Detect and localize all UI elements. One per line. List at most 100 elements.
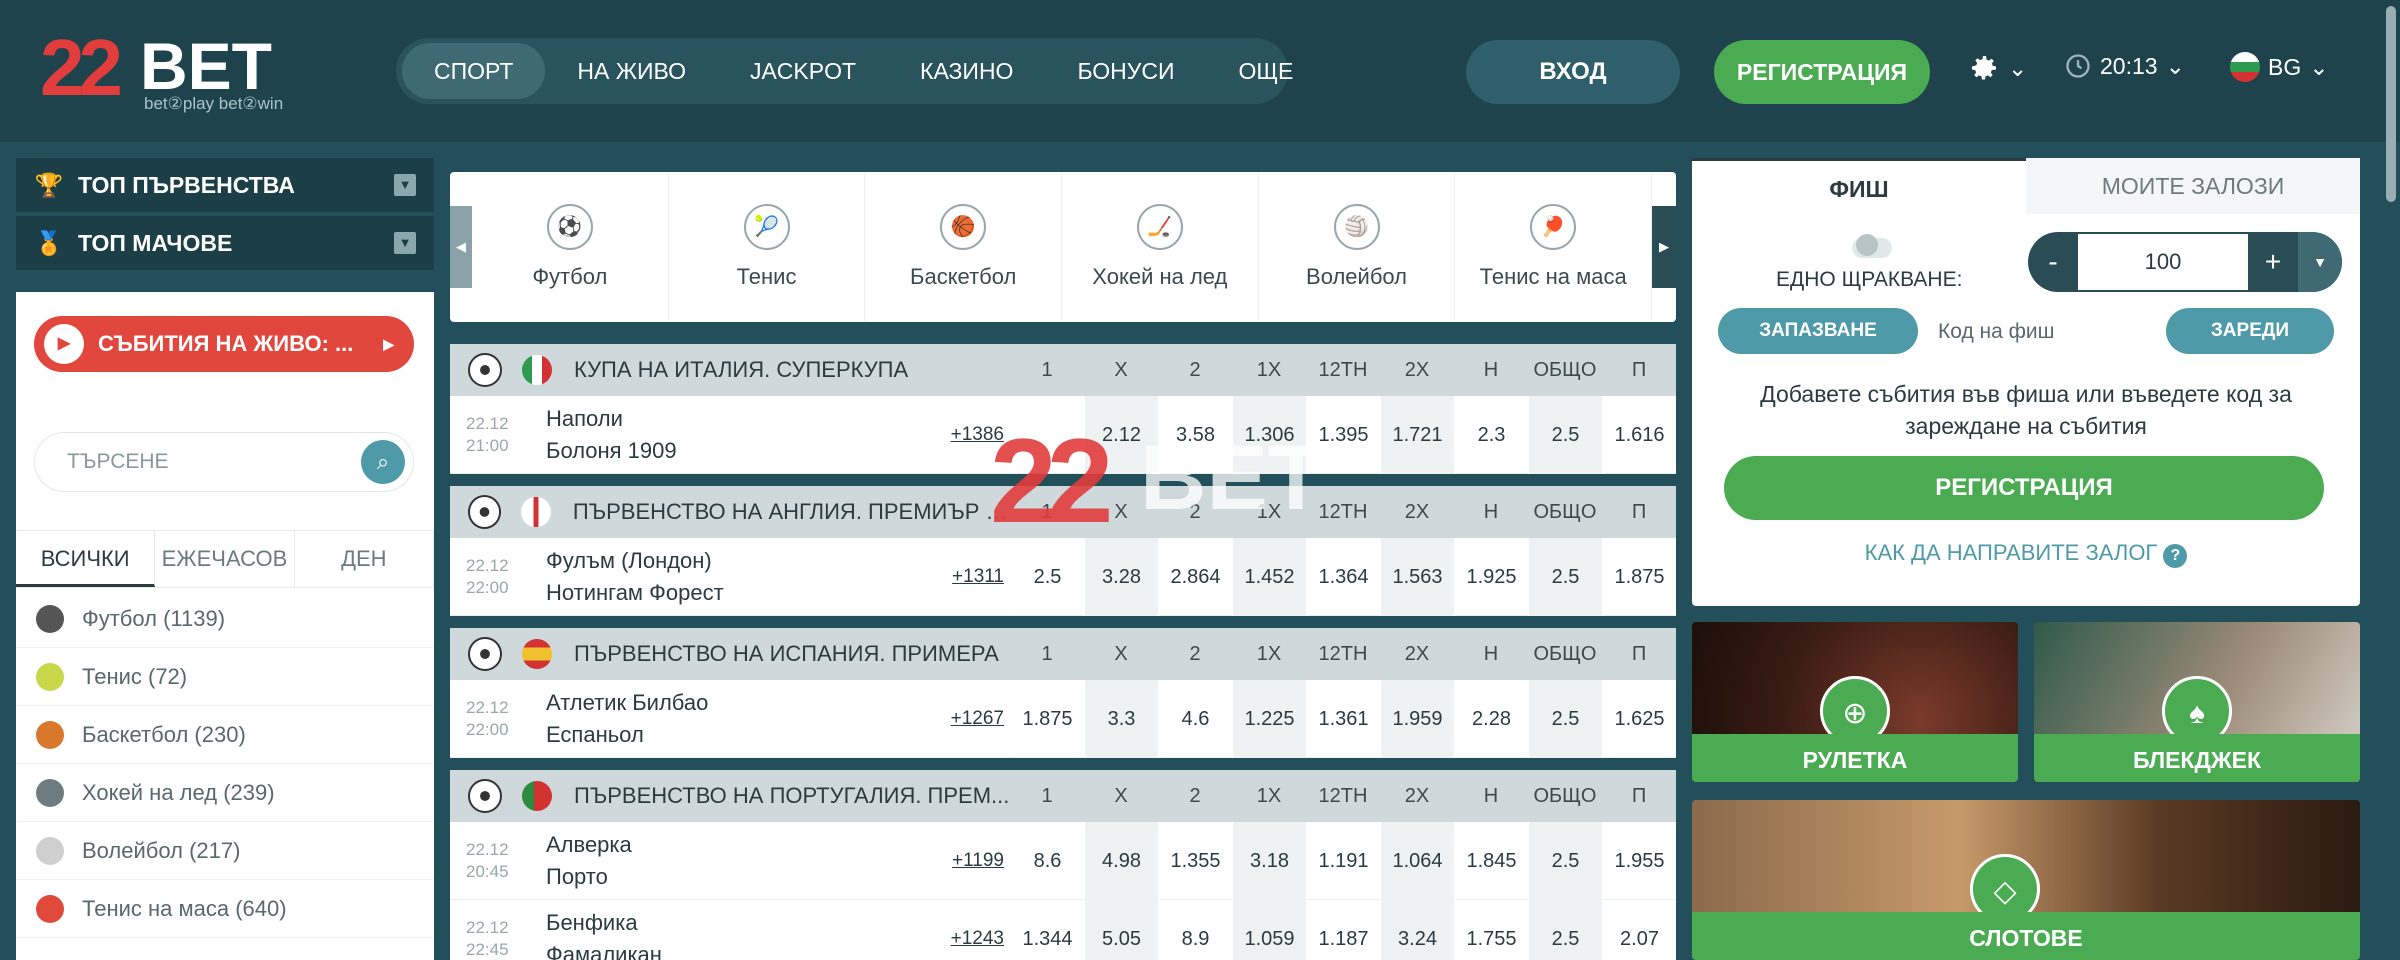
more-markets-link[interactable]: +1311 — [948, 566, 1010, 588]
toggle-knob[interactable] — [1856, 234, 1878, 256]
odd-cell[interactable]: 1.563 — [1380, 537, 1454, 616]
odd-cell[interactable]: 1.959 — [1380, 679, 1454, 758]
settings-dropdown[interactable]: ⌄ — [1968, 52, 2027, 84]
top-matches-toggle[interactable]: 🏅 ТОП МАЧОВЕ ▼ — [16, 216, 434, 270]
odd-cell[interactable]: 2.3 — [1454, 395, 1528, 474]
sport-label: Футбол (1139) — [82, 605, 226, 631]
roulette-tile[interactable]: ⊕ РУЛЕТКА — [1692, 622, 2018, 782]
odd-cell[interactable]: 4.98 — [1084, 821, 1158, 900]
odd-cell[interactable]: 1.875 — [1602, 537, 1676, 616]
carousel-next-arrow[interactable]: ▶ — [1652, 206, 1677, 288]
odd-cell[interactable]: 1.355 — [1158, 821, 1232, 900]
more-markets-link[interactable]: +1267 — [948, 708, 1010, 730]
odd-cell[interactable]: 1.225 — [1232, 679, 1306, 758]
odd-cell[interactable]: 1.616 — [1602, 395, 1676, 474]
more-markets-link[interactable]: +1199 — [948, 850, 1010, 872]
odd-cell[interactable]: 1.191 — [1306, 821, 1380, 900]
match-row[interactable]: 22.12 22:00 Атлетик Билбао Еспаньол +1267 … — [450, 679, 1676, 758]
odd-cell[interactable]: 1.625 — [1602, 679, 1676, 758]
stake-decrease-button[interactable]: - — [2028, 246, 2078, 278]
odd-cell[interactable]: 2.5 — [1528, 395, 1602, 474]
odd-cell[interactable]: 2.864 — [1158, 537, 1232, 616]
odd-cell[interactable]: 5.05 — [1084, 899, 1158, 960]
site-logo[interactable]: 22 BET bet②play bet②win — [40, 14, 340, 118]
odd-cell[interactable]: 3.24 — [1380, 899, 1454, 960]
nav-more[interactable]: ОЩЕ — [1207, 43, 1326, 99]
sport-item-ice-hockey[interactable]: Хокей на лед (239) — [16, 764, 434, 822]
slots-tile[interactable]: ◇ СЛОТОВЕ — [1692, 800, 2360, 960]
odd-cell[interactable]: 8.6 — [1010, 821, 1084, 900]
live-events-button[interactable]: ▶ СЪБИТИЯ НА ЖИВО: ... ▶ — [34, 316, 414, 372]
odd-cell[interactable]: 2.07 — [1602, 899, 1676, 960]
save-slip-button[interactable]: ЗАПАЗВАНЕ — [1718, 308, 1918, 354]
filter-all[interactable]: ВСИЧКИ — [16, 531, 156, 587]
nav-live[interactable]: НА ЖИВО — [545, 43, 718, 99]
odd-cell[interactable]: 1.187 — [1306, 899, 1380, 960]
blackjack-tile[interactable]: ♠ БЛЕКДЖЕК — [2034, 622, 2360, 782]
carousel-table-tennis[interactable]: 🏓 Тенис на маса — [1455, 172, 1653, 322]
league-name: КУПА НА ИТАЛИЯ. СУПЕРКУПА — [574, 357, 909, 382]
odd-cell[interactable]: 2.5 — [1528, 899, 1602, 960]
tab-bet-slip[interactable]: ФИШ — [1692, 158, 2026, 214]
odd-cell[interactable]: 8.9 — [1158, 899, 1232, 960]
nav-bonuses[interactable]: БОНУСИ — [1045, 43, 1206, 99]
bet-slip-register-button[interactable]: РЕГИСТРАЦИЯ — [1724, 456, 2324, 520]
odd-cell[interactable]: 1.452 — [1232, 537, 1306, 616]
sport-item-volleyball[interactable]: Волейбол (217) — [16, 822, 434, 880]
sport-item-tennis[interactable]: Тенис (72) — [16, 648, 434, 706]
language-dropdown[interactable]: BG ⌄ — [2230, 52, 2329, 82]
filter-day[interactable]: ДЕН — [295, 531, 434, 587]
carousel-basketball[interactable]: 🏀 Баскетбол — [865, 172, 1063, 322]
register-button[interactable]: РЕГИСТРАЦИЯ — [1714, 40, 1930, 104]
how-to-bet-link[interactable]: КАК ДА НАПРАВИТЕ ЗАЛОГ? — [1692, 540, 2360, 568]
login-button[interactable]: ВХОД — [1466, 40, 1680, 104]
league-header[interactable]: КУПА НА ИТАЛИЯ. СУПЕРКУПА 1 X 2 1X 12ТН 2X Н ОБ… — [450, 344, 1676, 396]
odd-cell[interactable]: 1.059 — [1232, 899, 1306, 960]
stake-input[interactable]: 100 — [2078, 234, 2248, 290]
sport-item-basketball[interactable]: Баскетбол (230) — [16, 706, 434, 764]
page-scrollbar[interactable] — [2386, 6, 2396, 202]
league-header[interactable]: ПЪРВЕНСТВО НА ПОРТУГАЛИЯ. ПРЕМ... 1 X 2 1X 1… — [450, 770, 1676, 822]
nav-casino[interactable]: КАЗИНО — [888, 43, 1045, 99]
odd-cell[interactable]: 2.28 — [1454, 679, 1528, 758]
tab-my-bets[interactable]: МОИТЕ ЗАЛОЗИ — [2026, 158, 2360, 214]
carousel-volleyball[interactable]: 🏐 Волейбол — [1259, 172, 1456, 322]
odd-cell[interactable]: 1.875 — [1010, 679, 1084, 758]
carousel-prev-arrow[interactable]: ◀ — [450, 206, 472, 288]
match-row[interactable]: 22.12 22:45 Бенфика Фамаликан +1243 1.344 5… — [450, 899, 1676, 960]
filter-hourly[interactable]: ЕЖЕЧАСОВ — [155, 531, 295, 587]
odd-cell[interactable]: 2.5 — [1528, 821, 1602, 900]
chevron-down-icon[interactable]: ▼ — [2298, 232, 2342, 292]
sport-item-table-tennis[interactable]: Тенис на маса (640) — [16, 880, 434, 938]
carousel-tennis[interactable]: 🎾 Тенис — [669, 172, 866, 322]
odd-cell[interactable]: 1.955 — [1602, 821, 1676, 900]
odd-cell[interactable]: 2.5 — [1528, 537, 1602, 616]
search-input[interactable]: ТЪРСЕНЕ ⌕ — [34, 432, 414, 492]
sport-item-football[interactable]: Футбол (1139) — [16, 590, 434, 648]
odd-cell[interactable]: 1.755 — [1454, 899, 1528, 960]
odd-cell[interactable]: 4.6 — [1158, 679, 1232, 758]
odd-cell[interactable]: 3.3 — [1084, 679, 1158, 758]
slip-code-input[interactable]: Код на фиш — [1938, 320, 2055, 344]
odd-cell[interactable]: 1.361 — [1306, 679, 1380, 758]
search-icon[interactable]: ⌕ — [361, 440, 405, 484]
odd-cell[interactable]: 1.344 — [1010, 899, 1084, 960]
top-leagues-toggle[interactable]: 🏆 ТОП ПЪРВЕНСТВА ▼ — [16, 158, 434, 212]
carousel-ice-hockey[interactable]: 🏒 Хокей на лед — [1062, 172, 1259, 322]
match-row[interactable]: 22.12 20:45 Алверка Порто +1199 8.6 4.98 1.3… — [450, 821, 1676, 900]
league-header[interactable]: ПЪРВЕНСТВО НА ИСПАНИЯ. ПРИМЕРА 1 X 2 1X 12ТН… — [450, 628, 1676, 680]
odd-cell[interactable]: 1.925 — [1454, 537, 1528, 616]
odd-cell[interactable]: 2.5 — [1528, 679, 1602, 758]
odd-cell[interactable]: 1.364 — [1306, 537, 1380, 616]
more-markets-link[interactable]: +1243 — [948, 928, 1010, 950]
odd-cell[interactable]: 1.064 — [1380, 821, 1454, 900]
odd-cell[interactable]: 1.721 — [1380, 395, 1454, 474]
nav-sport[interactable]: СПОРТ — [402, 43, 546, 99]
odd-cell[interactable]: 3.18 — [1232, 821, 1306, 900]
odd-cell[interactable]: 1.845 — [1454, 821, 1528, 900]
load-slip-button[interactable]: ЗАРЕДИ — [2166, 308, 2334, 354]
nav-jackpot[interactable]: JACKPOT — [718, 43, 888, 99]
carousel-football[interactable]: ⚽ Футбол — [472, 172, 669, 322]
clock-dropdown[interactable]: 20:13 ⌄ — [2064, 52, 2185, 80]
stake-increase-button[interactable]: + — [2248, 246, 2298, 278]
